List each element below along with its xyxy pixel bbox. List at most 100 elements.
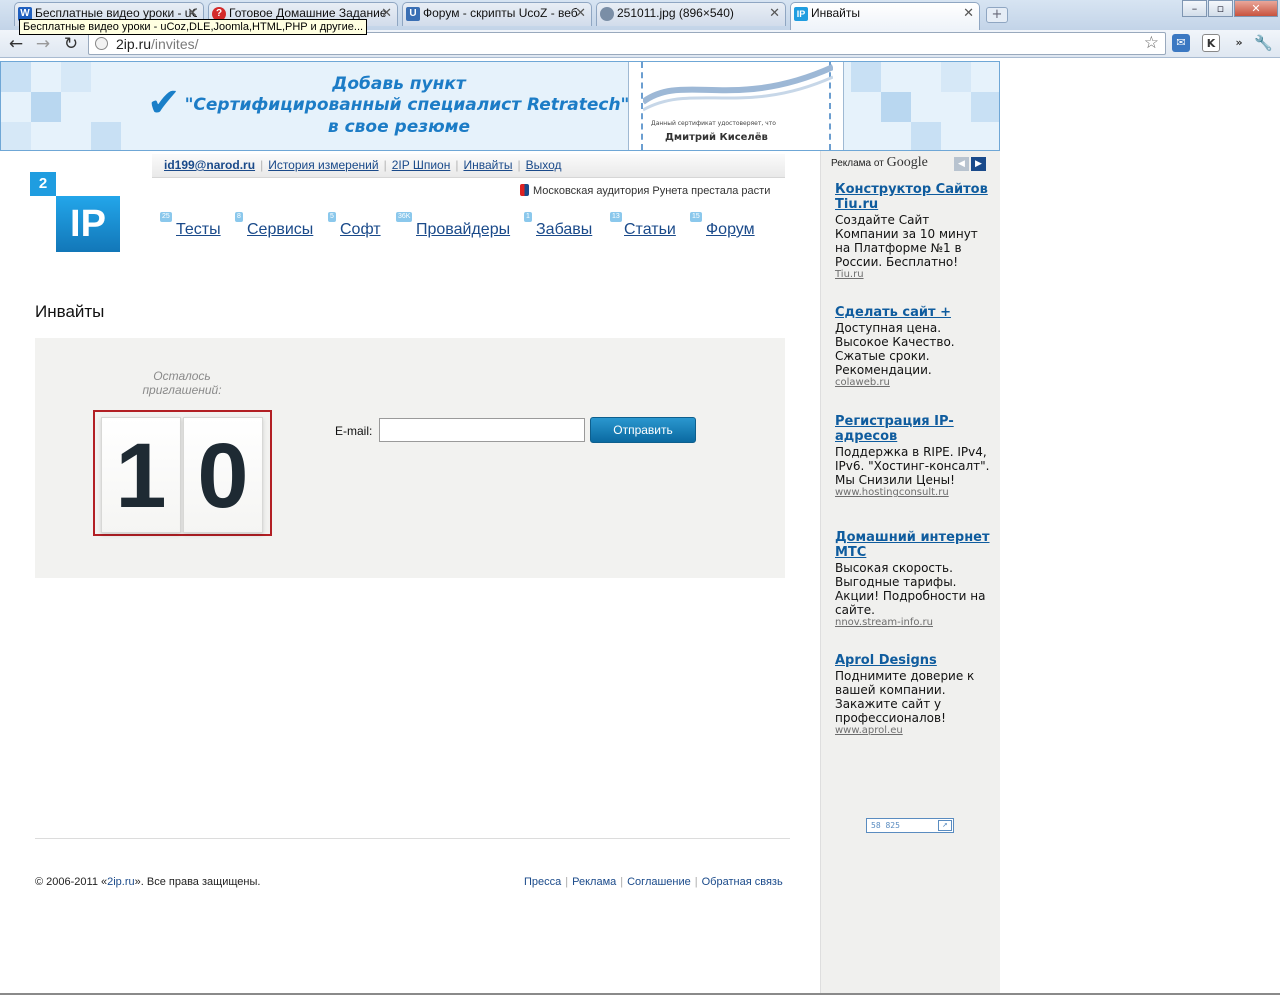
user-email-link[interactable]: id199@narod.ru [164, 158, 255, 172]
tab-title: Бесплатные видео уроки - uCoz [35, 6, 197, 20]
send-button[interactable]: Отправить [590, 417, 696, 443]
logo-ip[interactable]: IP [56, 196, 120, 252]
tab-title: Готовое Домашние Задание [229, 6, 387, 20]
reload-icon[interactable]: ↻ [60, 33, 82, 55]
k-extension-icon[interactable]: K [1202, 34, 1220, 52]
ad-text: Высокая скорость. Выгодные тарифы. Акции… [835, 561, 986, 617]
footer-divider [35, 838, 790, 839]
ad-item[interactable]: Сделать сайт + Доступная цена. Высокое К… [835, 305, 995, 389]
menu-label[interactable]: Забавы [536, 221, 592, 239]
back-arrow-icon[interactable]: ← [5, 33, 27, 55]
page-info-icon[interactable] [95, 37, 108, 50]
close-window-button[interactable]: ✕ [1234, 0, 1278, 17]
google-logo: Google [886, 155, 928, 170]
menu-badge: 36K [396, 212, 413, 222]
copyright-suffix: ». Все права защищены. [134, 876, 261, 888]
certificate-wave-icon [641, 64, 835, 112]
ad-title[interactable]: Домашний интернет МТС [835, 530, 995, 560]
ads-header-prefix: Реклама от [831, 158, 884, 169]
tab-favicon-icon: U [406, 7, 420, 21]
ad-item[interactable]: Домашний интернет МТС Высокая скорость. … [835, 530, 995, 629]
forward-arrow-icon[interactable]: → [32, 33, 54, 55]
page-title: Инвайты [35, 302, 105, 321]
copyright-prefix: © 2006-2011 « [35, 876, 108, 888]
nav-logout-link[interactable]: Выход [526, 158, 562, 172]
menu-label[interactable]: Тесты [176, 221, 221, 239]
copyright-link[interactable]: 2ip.ru [107, 876, 135, 888]
invite-panel: Осталось приглашений: 1 0 E-mail: Отправ… [35, 338, 785, 578]
arrow-icon: ↗ [938, 820, 952, 831]
nav-spy-link[interactable]: 2IP Шпион [392, 158, 451, 172]
ad-item[interactable]: Aprol Designs Поднимите доверие к вашей … [835, 653, 995, 737]
url-host: 2ip.ru [116, 36, 152, 52]
footer-link-press[interactable]: Пресса [524, 876, 561, 888]
browser-tab-active[interactable]: IP Инвайты ✕ [790, 2, 980, 30]
tab-title: Инвайты [811, 6, 860, 20]
ad-url[interactable]: colaweb.ru [835, 377, 995, 389]
ad-title[interactable]: Регистрация IP-адресов [835, 414, 995, 444]
next-arrow-icon[interactable]: ▶ [971, 157, 986, 171]
counter-digit: 0 [183, 417, 263, 533]
tab-favicon-icon: IP [794, 7, 808, 21]
email-input[interactable] [379, 418, 585, 442]
browser-tab[interactable]: 251011.jpg (896×540) ✕ [596, 2, 786, 26]
certificate-image: Данный сертификат удостоверяет, что Дмит… [629, 62, 843, 150]
wrench-icon[interactable]: 🔧 [1254, 34, 1273, 52]
ads-nav: ◀ ▶ [954, 155, 988, 171]
tab-close-icon[interactable]: ✕ [963, 6, 974, 21]
logo-2[interactable]: 2 [30, 172, 56, 196]
nav-history-link[interactable]: История измерений [268, 158, 378, 172]
ad-url[interactable]: Tiu.ru [835, 269, 995, 281]
page-menu-icon[interactable]: » [1230, 34, 1248, 52]
ad-text: Создайте Сайт Компании за 10 минут на Пл… [835, 213, 978, 269]
certificate-text: Данный сертификат удостоверяет, что [651, 120, 776, 127]
ad-title[interactable]: Сделать сайт + [835, 305, 995, 320]
menu-label[interactable]: Сервисы [247, 221, 313, 239]
footer-link-agreement[interactable]: Соглашение [627, 876, 691, 888]
tab-title: 251011.jpg (896×540) [617, 6, 734, 20]
ad-text: Поддержка в RIPE. IPv4, IPv6. "Хостинг-к… [835, 445, 990, 487]
ad-item[interactable]: Регистрация IP-адресов Поддержка в RIPE.… [835, 414, 995, 499]
new-tab-button[interactable]: + [986, 7, 1008, 23]
menu-badge: 1 [524, 212, 532, 222]
news-ticker[interactable]: Московская аудитория Рунета престала рас… [520, 184, 770, 197]
menu-label[interactable]: Форум [706, 221, 755, 239]
footer-link-ads[interactable]: Реклама [572, 876, 616, 888]
email-label: E-mail: [335, 424, 373, 438]
ads-header[interactable]: Реклама от Google [831, 155, 928, 171]
tab-tooltip: Бесплатные видео уроки - uCoz,DLE,Joomla… [19, 19, 368, 35]
ad-title[interactable]: Конструктор Сайтов Tiu.ru [835, 182, 995, 212]
counter-digit: 1 [101, 417, 181, 533]
ad-title[interactable]: Aprol Designs [835, 653, 995, 668]
footer-link-feedback[interactable]: Обратная связь [702, 876, 783, 888]
tab-title: Форум - скрипты UcoZ - веб [423, 6, 578, 20]
ad-item[interactable]: Конструктор Сайтов Tiu.ru Создайте Сайт … [835, 182, 995, 281]
ad-url[interactable]: nnov.stream-info.ru [835, 617, 995, 629]
maximize-button[interactable]: ▫ [1208, 0, 1233, 17]
ad-url[interactable]: www.aprol.eu [835, 725, 995, 737]
menu-label[interactable]: Провайдеры [416, 221, 510, 239]
menu-label[interactable]: Статьи [624, 221, 676, 239]
menu-label[interactable]: Софт [340, 221, 381, 239]
bookmark-star-icon[interactable]: ☆ [1144, 33, 1159, 53]
minimize-button[interactable]: – [1182, 0, 1207, 17]
prev-arrow-icon[interactable]: ◀ [954, 157, 969, 171]
counter-value: 58 825 [871, 821, 900, 830]
tab-close-icon[interactable]: ✕ [769, 6, 780, 21]
address-bar[interactable]: 2ip.ru/invites/ ☆ [88, 32, 1166, 55]
mail-icon[interactable]: ✉ [1172, 34, 1190, 52]
footer-links: Пресса | Реклама | Соглашение | Обратная связь [524, 876, 783, 888]
visit-counter[interactable]: 58 825 ↗ [866, 818, 954, 833]
news-icon [520, 184, 529, 196]
ad-banner[interactable]: ✔ Добавь пункт "Сертифицированный специа… [0, 61, 1000, 151]
menu-badge: 5 [328, 212, 336, 222]
ad-sidebar: Реклама от Google ◀ ▶ Конструктор Сайтов … [820, 151, 1000, 995]
browser-tab[interactable]: U Форум - скрипты UcoZ - веб ✕ [402, 2, 592, 26]
ad-text: Поднимите доверие к вашей компании. Зака… [835, 669, 975, 725]
tab-close-icon[interactable]: ✕ [575, 6, 586, 21]
tab-close-icon[interactable]: ✕ [381, 6, 392, 21]
ad-url[interactable]: www.hostingconsult.ru [835, 487, 995, 499]
remaining-label: Осталось приглашений: [142, 369, 222, 397]
certificate-name: Дмитрий Киселёв [665, 132, 768, 143]
nav-invites-link[interactable]: Инвайты [463, 158, 512, 172]
